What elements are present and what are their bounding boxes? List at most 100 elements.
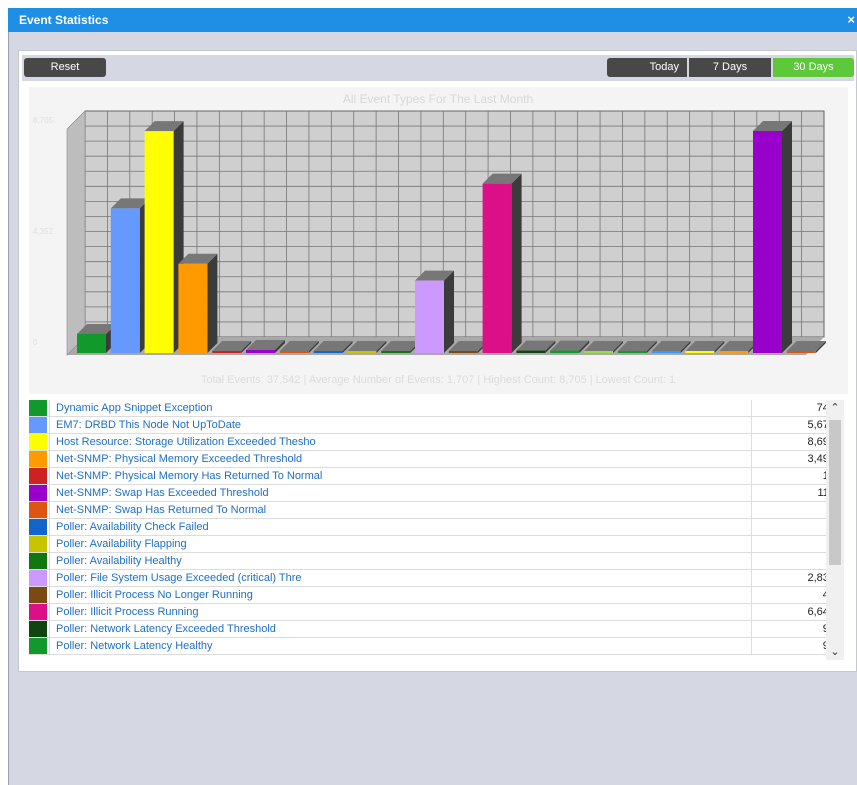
bar — [651, 351, 681, 353]
bar — [415, 280, 444, 353]
event-name-link[interactable]: Host Resource: Storage Utilization Excee… — [49, 433, 752, 451]
table-row[interactable]: Dynamic App Snippet Exception747 — [29, 400, 843, 417]
bar — [77, 333, 106, 353]
bar — [550, 350, 580, 353]
thirty-days-button[interactable]: 30 Days — [773, 58, 854, 77]
event-name-link[interactable]: Net-SNMP: Swap Has Returned To Normal — [49, 501, 752, 519]
today-button[interactable]: Today — [607, 58, 687, 77]
swatch-box — [29, 604, 47, 620]
table-row[interactable]: Poller: Network Latency Healthy95 — [29, 637, 843, 655]
bar-side — [782, 121, 792, 353]
swatch-box — [29, 621, 47, 637]
table-row[interactable]: Net-SNMP: Swap Has Exceeded Threshold118 — [29, 484, 843, 502]
bar — [347, 351, 377, 353]
table-row[interactable]: Poller: Illicit Process No Longer Runnin… — [29, 586, 843, 604]
color-swatch — [29, 400, 50, 417]
table-row[interactable]: Net-SNMP: Physical Memory Has Returned T… — [29, 467, 843, 485]
seven-days-button[interactable]: 7 Days — [689, 58, 771, 77]
table-row[interactable]: Poller: Availability Flapping6 — [29, 535, 843, 553]
event-name-link[interactable]: Net-SNMP: Swap Has Exceeded Threshold — [49, 484, 752, 502]
color-swatch — [29, 501, 50, 519]
swatch-box — [29, 451, 47, 467]
table-row[interactable]: EM7: DRBD This Node Not UpToDate 5,670 — [29, 416, 843, 434]
swatch-box — [29, 519, 47, 535]
swatch-box — [29, 434, 47, 450]
color-swatch — [29, 586, 50, 604]
toolbar: Reset Today 7 Days 30 Days — [22, 55, 854, 81]
swatch-box — [29, 400, 47, 416]
bar — [279, 351, 309, 353]
bar — [381, 351, 411, 353]
color-swatch — [29, 450, 50, 468]
color-swatch — [29, 467, 50, 485]
scroll-down-icon[interactable]: ⌄ — [826, 644, 844, 660]
table-row[interactable]: Poller: Availability Check Failed6 — [29, 518, 843, 536]
close-icon[interactable]: × — [847, 12, 855, 27]
table-row[interactable]: Net-SNMP: Physical Memory Exceeded Thres… — [29, 450, 843, 468]
scroll-up-icon[interactable]: ⌃ — [826, 400, 844, 416]
bar — [516, 350, 546, 353]
table-row[interactable]: Host Resource: Storage Utilization Excee… — [29, 433, 843, 451]
swatch-box — [29, 485, 47, 501]
color-swatch — [29, 637, 50, 655]
event-name-link[interactable]: EM7: DRBD This Node Not UpToDate — [49, 416, 752, 434]
chart-title: All Event Types For The Last Month — [343, 92, 533, 106]
event-name-link[interactable]: Poller: Illicit Process Running — [49, 603, 752, 621]
event-name-link[interactable]: Poller: Network Latency Exceeded Thresho… — [49, 620, 752, 638]
swatch-box — [29, 553, 47, 569]
event-name-link[interactable]: Poller: Availability Check Failed — [49, 518, 752, 536]
bar — [719, 351, 749, 353]
event-table: Dynamic App Snippet Exception747EM7: DRB… — [29, 400, 843, 655]
swatch-box — [29, 536, 47, 552]
bar-side — [444, 270, 454, 353]
y-tick-label: 0 — [33, 338, 38, 347]
color-swatch — [29, 433, 50, 451]
chart-area: All Event Types For The Last Month 8,705 4… — [29, 87, 848, 394]
event-name-link[interactable]: Poller: Network Latency Healthy — [49, 637, 752, 655]
scroll-thumb[interactable] — [829, 420, 841, 565]
reset-button[interactable]: Reset — [24, 58, 106, 77]
color-swatch — [29, 552, 50, 570]
window-title: Event Statistics — [19, 13, 109, 27]
bar — [584, 351, 613, 353]
color-swatch — [29, 620, 50, 638]
color-swatch — [29, 603, 50, 621]
color-swatch — [29, 518, 50, 536]
event-bar-chart: All Event Types For The Last Month 8,705 4… — [33, 92, 826, 386]
bar — [178, 263, 208, 353]
bar — [617, 351, 647, 353]
event-name-link[interactable]: Poller: Availability Flapping — [49, 535, 752, 553]
event-name-link[interactable]: Poller: File System Usage Exceeded (crit… — [49, 569, 752, 587]
color-swatch — [29, 535, 50, 553]
bar — [786, 351, 816, 353]
window-titlebar: Event Statistics × — [8, 8, 857, 32]
event-name-link[interactable]: Net-SNMP: Physical Memory Exceeded Thres… — [49, 450, 752, 468]
chart-sidewall — [66, 110, 86, 356]
bar — [753, 131, 782, 353]
event-name-link[interactable]: Dynamic App Snippet Exception — [49, 400, 752, 417]
table-row[interactable]: Poller: File System Usage Exceeded (crit… — [29, 569, 843, 587]
color-swatch — [29, 416, 50, 434]
event-name-link[interactable]: Net-SNMP: Physical Memory Has Returned T… — [49, 467, 752, 485]
swatch-box — [29, 570, 47, 586]
swatch-box — [29, 638, 47, 654]
bar — [448, 351, 478, 353]
color-swatch — [29, 484, 50, 502]
bar — [313, 351, 343, 353]
bar — [212, 351, 242, 353]
table-row[interactable]: Poller: Network Latency Exceeded Thresho… — [29, 620, 843, 638]
table-row[interactable]: Poller: Availability Healthy6 — [29, 552, 843, 570]
color-swatch — [29, 569, 50, 587]
table-row[interactable]: Net-SNMP: Swap Has Returned To Normal1 — [29, 501, 843, 519]
bar — [110, 208, 140, 353]
bar-side — [207, 253, 218, 353]
table-scrollbar[interactable]: ⌃ ⌄ — [826, 400, 844, 660]
swatch-box — [29, 502, 47, 518]
table-row[interactable]: Poller: Illicit Process Running 6,641 — [29, 603, 843, 621]
event-name-link[interactable]: Poller: Illicit Process No Longer Runnin… — [49, 586, 752, 604]
event-statistics-panel: Reset Today 7 Days 30 Days All Event Typ… — [18, 50, 857, 672]
event-name-link[interactable]: Poller: Availability Healthy — [49, 552, 752, 570]
y-tick-label: 8,705 — [33, 116, 54, 125]
bar — [246, 349, 275, 353]
swatch-box — [29, 417, 47, 433]
